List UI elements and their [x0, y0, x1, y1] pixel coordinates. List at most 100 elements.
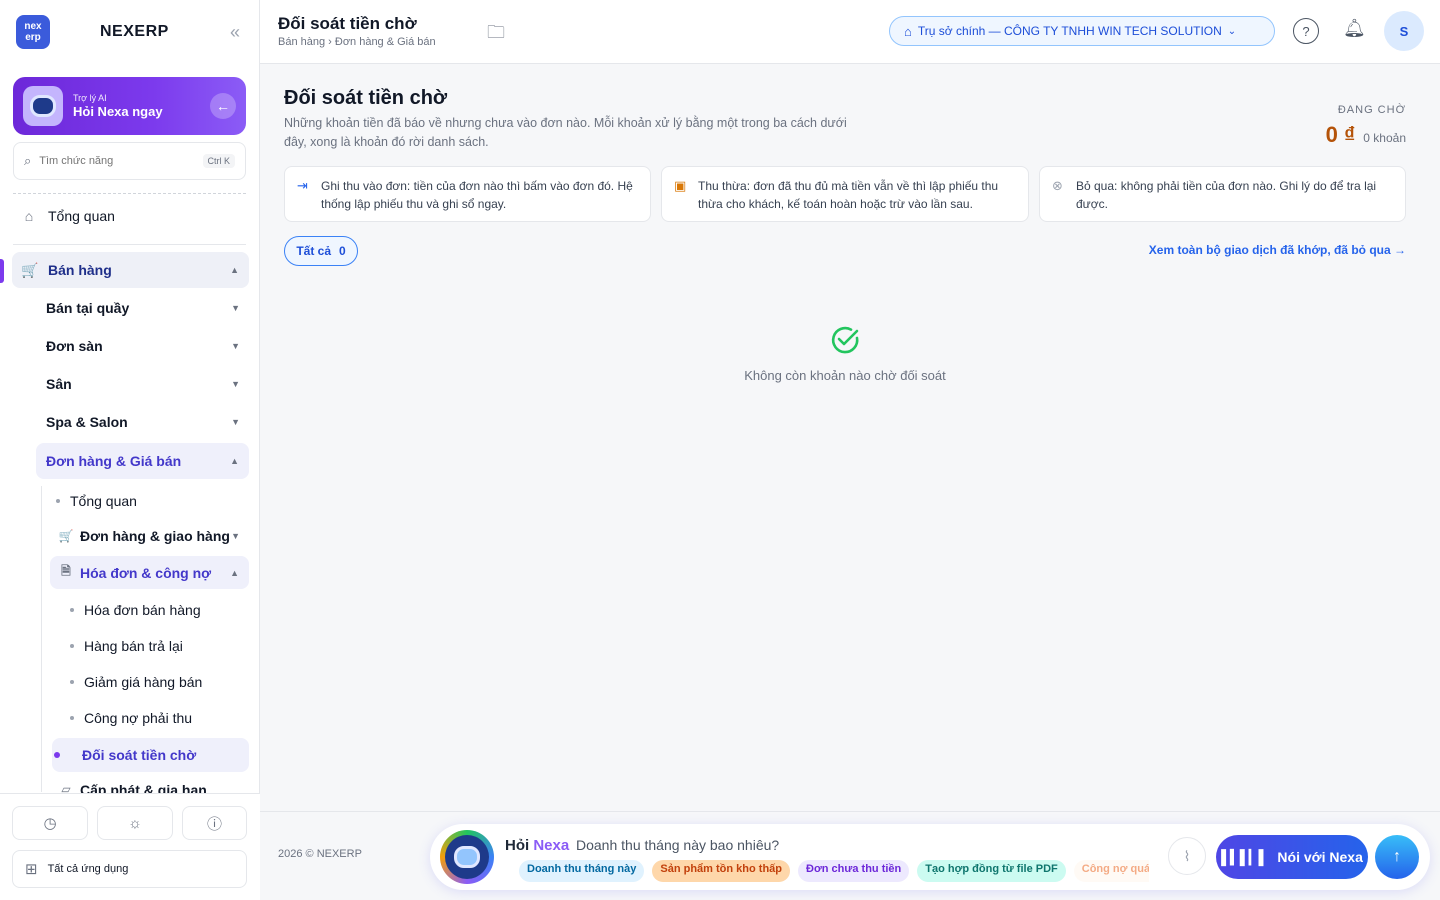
- chevron-down-icon: ⌄: [1227, 25, 1237, 37]
- sidebar-footer: ◷ ☼ ⓘ ⊞ Tất cả ứng dụng: [0, 793, 260, 900]
- header-title: Đối soát tiền chờ: [278, 14, 417, 33]
- bullet-icon: [70, 680, 74, 684]
- suggestion-chip[interactable]: Doanh thu tháng này: [519, 860, 645, 882]
- brand-logo[interactable]: nex erp: [16, 15, 50, 49]
- sidebar-item-orders-pricing[interactable]: Đơn hàng & Giá bán ▲: [36, 443, 249, 479]
- sidebar-item-label: Bán tại quầy: [46, 300, 130, 316]
- chevron-down-icon: ▼: [231, 531, 240, 541]
- sidebar-item-label: Giảm giá hàng bán: [84, 674, 203, 690]
- sidebar-item-receivables[interactable]: Công nợ phải thu: [70, 708, 246, 728]
- soundwave-icon: ▌▍▌▎▌: [1221, 848, 1268, 865]
- breadcrumb[interactable]: Bán hàng › Đơn hàng & Giá bán: [278, 36, 436, 48]
- suggestion-chip[interactable]: Tạo hợp đồng từ file PDF: [917, 860, 1066, 882]
- pending-label: ĐANG CHỜ: [1337, 104, 1406, 116]
- suggestion-chip[interactable]: Công nợ quá hạn: [1073, 860, 1149, 882]
- sun-icon: ☼: [128, 814, 142, 832]
- bullet-icon: [70, 644, 74, 648]
- branch-selector[interactable]: ⌂ Trụ sở chính — CÔNG TY TNHH WIN TECH S…: [889, 16, 1275, 46]
- sidebar-item-label: Công nợ phải thu: [84, 710, 193, 726]
- brand: nex erp NEXERP «: [16, 14, 246, 50]
- ai-assistant-card[interactable]: Trợ lý AI Hỏi Nexa ngay ←: [13, 77, 246, 135]
- folder-icon[interactable]: 🗀: [487, 20, 505, 50]
- attach-button[interactable]: ⌇: [1168, 837, 1206, 875]
- collapse-sidebar-icon[interactable]: «: [230, 22, 240, 43]
- active-bullet-icon: [54, 752, 60, 758]
- suggestion-chip[interactable]: Đơn chưa thu tiền: [798, 860, 910, 882]
- chevron-down-icon: ▼: [231, 341, 240, 351]
- send-button[interactable]: ↑: [1375, 835, 1419, 879]
- search-input[interactable]: [39, 155, 180, 167]
- alert-button[interactable]: ⓘ: [182, 806, 247, 840]
- sidebar-item-label: Tổng quan: [48, 208, 115, 224]
- sidebar-item-sub-overview[interactable]: Tổng quan: [56, 491, 246, 511]
- paperclip-icon: ⌇: [1183, 847, 1191, 864]
- robot-avatar-icon: [440, 830, 494, 884]
- sidebar-item-label: Bán hàng: [48, 262, 112, 278]
- all-apps-button[interactable]: ⊞ Tất cả ứng dụng: [12, 850, 247, 888]
- x-circle-icon: ⊗: [1052, 178, 1063, 193]
- voice-button[interactable]: ▌▍▌▎▌ Nói với Nexa: [1216, 835, 1368, 879]
- sidebar-item-courts[interactable]: Sân ▼: [46, 374, 246, 394]
- filter-label: Tất cả: [296, 244, 331, 258]
- user-avatar[interactable]: S: [1384, 11, 1424, 51]
- sidebar-item-label: Đơn hàng & Giá bán: [46, 453, 182, 469]
- sidebar-item-label: Hàng bán trả lại: [84, 638, 183, 654]
- card-text: Bỏ qua: không phải tiền của đơn nào. Ghi…: [1076, 179, 1377, 211]
- copyright: 2026 © NEXERP: [278, 848, 362, 860]
- cart-icon: 🛒: [21, 261, 39, 278]
- brand-logo-top: nex: [24, 21, 42, 32]
- branch-label: Trụ sở chính — CÔNG TY TNHH WIN TECH SOL…: [917, 24, 1222, 38]
- see-all-transactions-link[interactable]: Xem toàn bộ giao dịch đã khớp, đã bỏ qua…: [1149, 243, 1406, 257]
- sidebar-item-label: Hóa đơn & công nợ: [80, 564, 212, 581]
- ask-input[interactable]: [576, 837, 976, 853]
- filter-all-tab[interactable]: Tất cả 0: [284, 236, 358, 266]
- sidebar-item-invoices-debts[interactable]: 🗎 Hóa đơn & công nợ ▲: [50, 556, 249, 589]
- ask-prefix: Hỏi: [505, 837, 530, 854]
- active-indicator: [0, 259, 4, 283]
- robot-avatar-icon: [23, 86, 63, 126]
- sidebar-item-orders-delivery[interactable]: 🛒 Đơn hàng & giao hàng ▼: [56, 526, 246, 546]
- sidebar-item-label: Đối soát tiền chờ: [82, 747, 197, 763]
- suggestion-chip[interactable]: Sản phẩm tồn kho thấp: [652, 860, 791, 882]
- ask-label: Hỏi Nexa: [505, 837, 569, 854]
- option-card-record-payment: ⇥ Ghi thu vào đơn: tiền của đơn nào thì …: [284, 166, 651, 222]
- pending-amount: 0 ₫: [1325, 122, 1356, 147]
- receipt-icon: ▣: [674, 178, 687, 193]
- filter-count: 0: [339, 244, 346, 258]
- sidebar-item-returns[interactable]: Hàng bán trả lại: [70, 636, 246, 656]
- page-title: Đối soát tiền chờ: [284, 87, 448, 109]
- sidebar: nex erp NEXERP « Trợ lý AI Hỏi Nexa ngay…: [0, 0, 260, 900]
- pending-count: 0 khoản: [1363, 131, 1406, 145]
- sidebar-item-sales-invoice[interactable]: Hóa đơn bán hàng: [70, 600, 246, 620]
- divider: [13, 193, 246, 194]
- sidebar-item-pos[interactable]: Bán tại quầy ▼: [46, 298, 246, 318]
- sidebar-item-pending-reconcile[interactable]: Đối soát tiền chờ: [52, 738, 249, 772]
- sidebar-item-label: Cấp phát & gia hạn: [80, 782, 207, 793]
- sidebar-item-sales[interactable]: 🛒 Bán hàng ▲: [12, 252, 249, 288]
- search-shortcut: Ctrl K: [202, 154, 235, 168]
- sidebar-item-spa[interactable]: Spa & Salon ▼: [46, 412, 246, 432]
- cart-icon: 🛒: [58, 529, 74, 543]
- help-icon[interactable]: ?: [1293, 18, 1319, 44]
- card-text: Ghi thu vào đơn: tiền của đơn nào thì bấ…: [321, 179, 633, 211]
- suggestion-chips: Doanh thu tháng này Sản phẩm tồn kho thấ…: [519, 860, 1149, 882]
- sidebar-item-label: Hóa đơn bán hàng: [84, 602, 201, 618]
- arrow-left-icon[interactable]: ←: [210, 93, 236, 119]
- all-apps-label: Tất cả ứng dụng: [47, 863, 129, 875]
- sidebar-item-overview[interactable]: ⌂ Tổng quan: [19, 205, 247, 227]
- home-icon: ⌂: [24, 208, 34, 224]
- sidebar-item-label: Spa & Salon: [46, 414, 128, 430]
- tree-line: [41, 486, 42, 792]
- sidebar-item-grant-renew[interactable]: ▱ Cấp phát & gia hạn: [56, 782, 246, 793]
- bell-icon[interactable]: 🔔︎: [1343, 18, 1366, 39]
- divider: [13, 244, 246, 245]
- ask-name: Nexa: [533, 837, 570, 854]
- sidebar-item-sales-discount[interactable]: Giảm giá hàng bán: [70, 672, 246, 692]
- box-icon: ▱: [61, 782, 71, 793]
- history-button[interactable]: ◷: [12, 806, 88, 840]
- clock-icon: ◷: [43, 815, 57, 832]
- sidebar-item-marketplace-orders[interactable]: Đơn sàn ▼: [46, 336, 246, 356]
- page-description: Những khoản tiền đã báo về nhưng chưa và…: [284, 116, 847, 149]
- option-card-overpayment: ▣ Thu thừa: đơn đã thu đủ mà tiền vẫn về…: [661, 166, 1029, 222]
- theme-button[interactable]: ☼: [97, 806, 173, 840]
